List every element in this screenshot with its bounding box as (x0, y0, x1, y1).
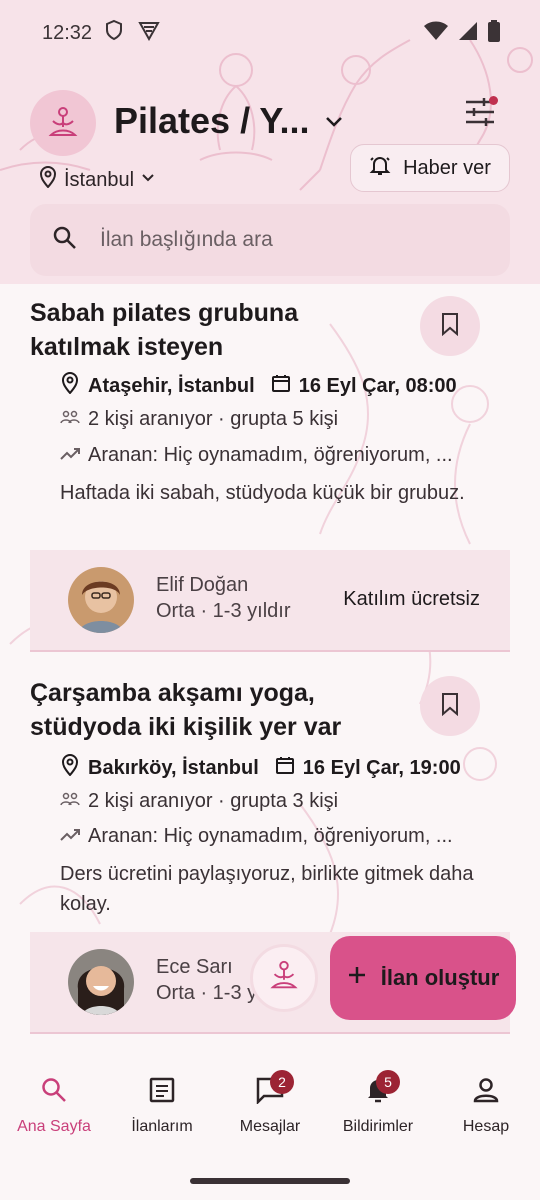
listing-people: 2 kişi aranıyor · grupta 3 kişi (60, 790, 338, 813)
chevron-down-icon[interactable] (322, 110, 346, 139)
listing-level: Aranan: Hiç oynamadım, öğreniyorum, ... (60, 825, 453, 848)
plus-icon (347, 965, 367, 991)
status-bar: 12:32 (0, 0, 540, 66)
listing-feed[interactable]: Sabah pilates grubuna katılmak isteyen A… (0, 284, 540, 1044)
article-icon (148, 1076, 176, 1109)
search-icon (40, 1076, 68, 1109)
calendar-icon (275, 755, 295, 781)
listing-place: Bakırköy, İstanbul (88, 756, 259, 779)
listing-place-date: Ataşehir, İstanbul 16 Eyl Çar, 08:00 (60, 372, 457, 400)
nav-item-messages[interactable]: 2 Mesajlar (216, 1070, 324, 1136)
category-title[interactable]: Pilates / Y... (114, 100, 309, 142)
listing-place-date: Bakırköy, İstanbul 16 Eyl Çar, 19:00 (60, 754, 461, 782)
location-label: İstanbul (64, 168, 135, 191)
location-pin-icon (60, 754, 80, 782)
divider (30, 1032, 510, 1034)
yoga-icon (267, 959, 301, 998)
nav-label-home: Ana Sayfa (17, 1118, 91, 1135)
location-pin-icon (60, 372, 80, 400)
bookmark-button[interactable] (420, 676, 480, 736)
listing-date: 16 Eyl Çar, 08:00 (298, 374, 457, 397)
listing-level-text: Aranan: Hiç oynamadım, öğreniyorum, ... (88, 825, 453, 847)
wifi-icon (424, 21, 448, 47)
location-selector[interactable]: İstanbul (38, 166, 156, 194)
calendar-icon (271, 373, 291, 399)
category-switch-button[interactable] (250, 944, 318, 1012)
bookmark-icon (440, 312, 460, 341)
listing-level-text: Aranan: Hiç oynamadım, öğreniyorum, ... (88, 444, 453, 466)
chevron-down-icon (140, 169, 156, 192)
host-name: Ece Sarı (156, 956, 233, 978)
create-listing-label: İlan oluştur (380, 965, 500, 990)
nav-label-messages: Mesajlar (239, 1118, 301, 1135)
group-icon (60, 790, 80, 813)
search-input[interactable]: İlan başlığında ara (30, 204, 510, 276)
host-avatar (68, 949, 134, 1015)
filter-active-dot (489, 96, 498, 105)
listing-people-text: 2 kişi aranıyor · grupta 5 kişi (88, 408, 339, 430)
notifications-badge: 5 (376, 1070, 400, 1094)
group-icon (60, 408, 80, 431)
host-avatar (68, 567, 134, 633)
listing-people-text: 2 kişi aranıyor · grupta 3 kişi (88, 790, 339, 812)
participation-fee: Katılım ücretsiz (343, 588, 480, 610)
listing-people: 2 kişi aranıyor · grupta 5 kişi (60, 408, 338, 431)
host-level: Orta · 1-3 y (156, 982, 258, 1004)
listing-level: Aranan: Hiç oynamadım, öğreniyorum, ... (60, 444, 453, 467)
listing-place: Ataşehir, İstanbul (88, 374, 255, 397)
nav-label-listings: İlanlarım (131, 1118, 193, 1135)
nav-label-account: Hesap (462, 1118, 510, 1135)
battery-icon (488, 20, 500, 48)
person-icon (472, 1076, 500, 1109)
bottom-navigation: Ana Sayfa İlanlarım 2 Mesajlar 5 Bildiri… (0, 1044, 540, 1200)
vpn-status-icon (138, 19, 160, 47)
trending-up-icon (60, 825, 80, 848)
nav-item-account[interactable]: Hesap (432, 1072, 540, 1136)
status-time: 12:32 (42, 21, 93, 44)
bell-icon (369, 154, 391, 182)
location-pin-icon (38, 166, 58, 194)
host-row[interactable]: Elif Doğan Orta · 1-3 yıldır Katılım ücr… (30, 550, 510, 650)
listing-title[interactable]: Çarşamba akşamı yoga, stüdyoda iki kişil… (30, 676, 370, 744)
nav-item-listings[interactable]: İlanlarım (108, 1072, 216, 1136)
listing-title[interactable]: Sabah pilates grubuna katılmak isteyen (30, 296, 370, 364)
trending-up-icon (60, 444, 80, 467)
alert-button[interactable]: Haber ver (350, 144, 510, 192)
shield-status-icon (104, 19, 124, 47)
nav-item-home[interactable]: Ana Sayfa (0, 1072, 108, 1136)
bookmark-button[interactable] (420, 296, 480, 356)
listing-date: 16 Eyl Çar, 19:00 (302, 756, 461, 779)
bookmark-icon (440, 692, 460, 721)
alert-button-label: Haber ver (403, 156, 491, 179)
cellular-signal-icon (458, 21, 478, 47)
listing-description: Haftada iki sabah, stüdyoda küçük bir gr… (60, 482, 465, 504)
search-placeholder: İlan başlığında ara (100, 228, 273, 251)
listing-description: Ders ücretini paylaşıyoruz, birlikte git… (60, 863, 474, 915)
nav-label-notifications: Bildirimler (342, 1118, 414, 1135)
filter-button[interactable] (458, 92, 502, 136)
create-listing-button[interactable]: İlan oluştur (330, 936, 516, 1020)
search-icon (52, 225, 78, 256)
category-avatar-yoga-icon[interactable] (30, 90, 96, 156)
messages-badge: 2 (270, 1070, 294, 1094)
nav-item-notifications[interactable]: 5 Bildirimler (324, 1070, 432, 1136)
divider (30, 650, 510, 652)
host-level: Orta · 1-3 yıldır (156, 600, 291, 622)
home-indicator[interactable] (190, 1178, 350, 1184)
host-name: Elif Doğan (156, 574, 249, 596)
